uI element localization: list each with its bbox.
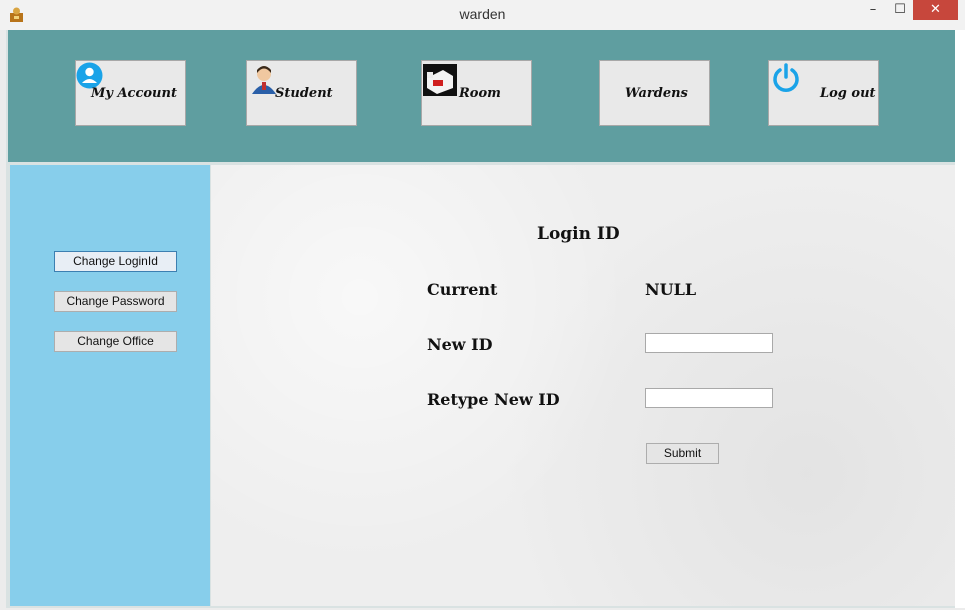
form-heading: Login ID <box>537 224 620 244</box>
wardens-button[interactable]: Wardens <box>599 60 710 126</box>
change-password-button[interactable]: Change Password <box>54 291 177 312</box>
content-panel: Login ID Current NULL New ID Retype New … <box>211 165 955 606</box>
title-bar: warden – ☐ ✕ <box>0 0 965 30</box>
window-edge <box>955 30 965 608</box>
student-button[interactable]: Student <box>246 60 357 126</box>
window-title: warden <box>459 6 506 22</box>
maximize-button[interactable]: ☐ <box>887 0 913 20</box>
user-circle-icon <box>76 62 103 89</box>
sidebar: Change LoginId Change Password Change Of… <box>10 165 210 606</box>
my-account-label: My Account <box>91 86 177 101</box>
new-id-input[interactable] <box>645 333 773 353</box>
top-navigation: My Account Student Room Wardens Log out <box>8 30 955 162</box>
change-loginid-button[interactable]: Change LoginId <box>54 251 177 272</box>
room-icon <box>423 64 457 96</box>
wardens-label: Wardens <box>625 86 688 101</box>
student-label: Student <box>275 86 333 101</box>
logout-label: Log out <box>820 86 876 101</box>
change-office-button[interactable]: Change Office <box>54 331 177 352</box>
minimize-button[interactable]: – <box>860 0 886 20</box>
logout-button[interactable]: Log out <box>768 60 879 126</box>
student-icon <box>252 66 276 94</box>
current-value: NULL <box>645 280 697 299</box>
retype-new-id-label: Retype New ID <box>427 390 560 409</box>
new-id-label: New ID <box>427 335 493 354</box>
close-button[interactable]: ✕ <box>913 0 958 20</box>
retype-new-id-input[interactable] <box>645 388 773 408</box>
submit-button[interactable]: Submit <box>646 443 719 464</box>
my-account-button[interactable]: My Account <box>75 60 186 126</box>
current-label: Current <box>427 280 498 299</box>
room-button[interactable]: Room <box>421 60 532 126</box>
room-label: Room <box>459 86 501 101</box>
power-icon <box>773 63 799 92</box>
